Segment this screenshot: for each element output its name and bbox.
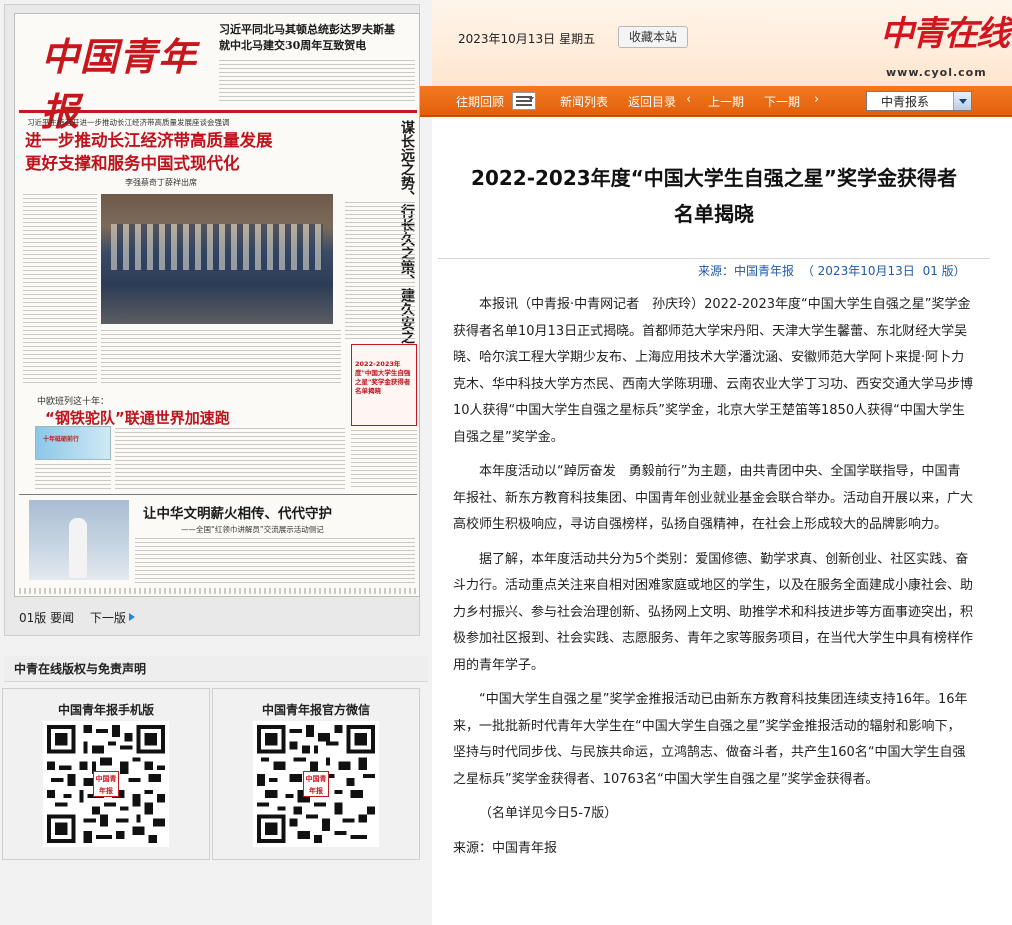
section2-kicker: 中欧班列这十年： (37, 397, 110, 407)
nav-back-catalog[interactable]: 返回目录 (628, 93, 676, 110)
title-divider (438, 258, 990, 259)
article-title-line-2: 名单揭晓 (674, 202, 754, 226)
side-box-title: 2022-2023年度"中国大学生自强之星"奖学金获得者名单揭晓 (355, 360, 411, 395)
masthead-rule (19, 110, 417, 113)
next-page-link[interactable]: 下一版 (90, 611, 135, 625)
paper-select-value: 中青报系 (881, 95, 930, 109)
nav-bar: 往期回顾 新闻列表 返回目录 ‹ 上一期 下一期 › 中青报系 (420, 86, 1012, 117)
article-paragraph: 本年度活动以“踔厉奋发 勇毅前行”为主题，由共青团中央、全国学联指导，中国青年报… (453, 464, 974, 532)
lead-headline[interactable]: 进一步推动长江经济带高质量发展 更好支撑和服务中国式现代化 (25, 129, 355, 175)
source-page: 01 版） (922, 264, 966, 278)
date-text: 2023年10月13日 (458, 32, 556, 46)
source-date: （ 2023年10月13日 (801, 264, 915, 278)
qr-wechat-title: 中国青年报官方微信 (261, 703, 370, 717)
next-arrow-icon (128, 613, 135, 621)
text-block (35, 464, 111, 490)
nav-prev-issue[interactable]: 上一期 (708, 93, 744, 110)
top-headline-line-1: 习近平同北马其顿总统彭达罗夫斯基 (219, 23, 395, 36)
section3-subtitle: ——全国“红领巾讲解员”交流展示活动侧记 (181, 525, 324, 534)
section-divider (19, 494, 417, 495)
top-headline[interactable]: 习近平同北马其顿总统彭达罗夫斯基 就中北马建交30周年互致贺电 (219, 22, 415, 54)
lead-kicker: 习近平主持召开进一步推动长江经济带高质量发展座谈会强调 (27, 118, 230, 127)
article-paragraph: 本报讯（中青报·中青网记者 孙庆玲）2022-2023年度“中国大学生自强之星”… (453, 297, 974, 445)
qr-mobile-title: 中国青年报手机版 (57, 703, 154, 717)
next-page-label: 下一版 (89, 611, 126, 625)
text-block (345, 202, 415, 340)
issue-picker-icon[interactable] (512, 92, 536, 110)
article-paragraph: （名单详见今日5-7版） (479, 806, 618, 821)
article-title-line-1: 2022-2023年度“中国大学生自强之星”奖学金获得者 (471, 166, 957, 190)
bookmark-button[interactable]: 收藏本站 (618, 26, 688, 48)
source-label: 来源：中国青年报 (698, 264, 795, 278)
copyright-notice-link[interactable]: 中青在线版权与免责声明 (4, 656, 428, 682)
issue-date: 2023年10月13日 星期五 (458, 30, 595, 47)
site-logo[interactable]: 中青在线 (880, 6, 1010, 55)
page-pager: 01版 要闻 下一版 (19, 609, 135, 626)
text-block (135, 538, 415, 584)
masthead: 中国青年报 (21, 20, 211, 134)
site-header: 2023年10月13日 星期五 收藏本站 中青在线 www.cyol.com (432, 0, 1012, 86)
text-block (219, 60, 415, 104)
top-headline-line-2: 就中北马建交30周年互致贺电 (219, 39, 367, 52)
left-panel: 中国青年报 习近平同北马其顿总统彭达罗夫斯基 就中北马建交30周年互致贺电 习近… (0, 0, 432, 925)
chevron-down-icon[interactable] (953, 92, 971, 110)
text-block (115, 428, 345, 490)
article-paragraph: “中国大学生自强之星”奖学金推报活动已由新东方教育科技集团连续支持16年。16年… (453, 692, 968, 787)
torch-photo (29, 500, 129, 580)
chevron-left-icon: ‹ (686, 92, 692, 107)
text-block (101, 330, 341, 384)
nav-next-issue[interactable]: 下一期 (764, 93, 800, 110)
section2-image-label: 十年砥砺前行 (43, 436, 80, 443)
qr-panel-wechat: 中国青年报官方微信 中国青年报 (212, 688, 420, 860)
article-title: 2022-2023年度“中国大学生自强之星”奖学金获得者 名单揭晓 (440, 160, 988, 232)
lead-subtitle: 李强蔡奇丁薛祥出席 (125, 178, 197, 187)
article-body: 本报讯（中青报·中青网记者 孙庆玲）2022-2023年度“中国大学生自强之星”… (453, 292, 973, 870)
qr-logo-mobile: 中国青年报 (93, 771, 119, 797)
paper-select[interactable]: 中青报系 (866, 91, 972, 111)
qr-logo-wechat: 中国青年报 (303, 771, 329, 797)
article-footer-source: 来源：中国青年报 (453, 840, 558, 856)
qr-code-wechat: 中国青年报 (253, 721, 379, 847)
section2-headline[interactable]: “钢铁驼队”联通世界加速跑 (45, 407, 230, 428)
site-logo-url: www.cyol.com (886, 66, 987, 79)
page-footer-strip (19, 588, 417, 594)
text-block (23, 194, 97, 384)
lead-title-line-2: 更好支撑和服务中国式现代化 (25, 154, 240, 173)
lead-photo (101, 194, 333, 324)
qr-code-mobile: 中国青年报 (43, 721, 169, 847)
newspaper-page-thumbnail[interactable]: 中国青年报 习近平同北马其顿总统彭达罗夫斯基 就中北马建交30周年互致贺电 习近… (14, 13, 420, 597)
section2-image (35, 426, 111, 460)
weekday-text: 星期五 (559, 32, 596, 46)
qr-panel-mobile: 中国青年报手机版 中国青年报 (2, 688, 210, 860)
nav-news-list[interactable]: 新闻列表 (560, 93, 608, 110)
lead-title-line-1: 进一步推动长江经济带高质量发展 (25, 131, 273, 150)
article-paragraph: 据了解，本年度活动共分为5个类别：爱国修德、勤学求真、创新创业、社区实践、奋斗力… (453, 551, 974, 673)
newspaper-page-frame: 中国青年报 习近平同北马其顿总统彭达罗夫斯基 就中北马建交30周年互致贺电 习近… (4, 4, 420, 636)
nav-back-issues[interactable]: 往期回顾 (456, 93, 504, 110)
chevron-right-icon: › (814, 92, 820, 107)
current-page-label: 01版 要闻 (19, 611, 75, 625)
article-source-line: 来源：中国青年报 （ 2023年10月13日 01 版） (698, 262, 970, 279)
section3-headline[interactable]: 让中华文明薪火相传、代代守护 (143, 502, 332, 522)
text-block (351, 430, 417, 490)
